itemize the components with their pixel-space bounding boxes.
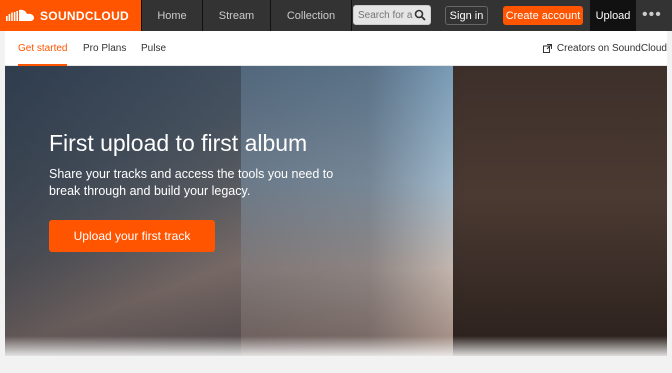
tab-pro-plans[interactable]: Pro Plans: [83, 31, 126, 65]
more-options-icon[interactable]: •••: [642, 7, 662, 23]
create-account-button[interactable]: Create account: [503, 6, 583, 25]
upload-button[interactable]: Upload: [590, 0, 636, 31]
nav-tab-home[interactable]: Home: [141, 0, 203, 31]
hero-subtitle: Share your tracks and access the tools y…: [49, 167, 334, 198]
upload-first-track-button[interactable]: Upload your first track: [49, 220, 215, 252]
search-icon[interactable]: [414, 9, 426, 21]
hero-banner: First upload to first album Share your t…: [5, 66, 667, 356]
nav-tab-collection[interactable]: Collection: [271, 0, 352, 31]
creators-on-soundcloud-link[interactable]: Creators on SoundCloud: [542, 31, 667, 65]
soundcloud-cloud-icon: [6, 9, 34, 21]
search-input[interactable]: [354, 9, 418, 21]
nav-tab-stream[interactable]: Stream: [203, 0, 271, 31]
sub-navigation: Get started Pro Plans Pulse Creators on …: [5, 31, 667, 66]
hero-bottom-fade: [5, 336, 667, 356]
tab-pulse[interactable]: Pulse: [141, 31, 166, 65]
soundcloud-logo[interactable]: SOUNDCLOUD: [0, 0, 141, 31]
brand-name: SOUNDCLOUD: [40, 8, 129, 23]
external-link-icon: [542, 43, 552, 53]
tab-get-started[interactable]: Get started: [18, 31, 68, 66]
hero-title: First upload to first album: [49, 130, 308, 156]
search-box: [353, 5, 431, 25]
creators-link-label: Creators on SoundCloud: [556, 42, 667, 54]
soundcloud-page: SOUNDCLOUD Home Stream Collection Sign i…: [0, 0, 672, 373]
sign-in-button[interactable]: Sign in: [445, 6, 488, 25]
top-navigation-bar: SOUNDCLOUD Home Stream Collection Sign i…: [0, 0, 672, 31]
hero-overlay: [5, 66, 667, 356]
